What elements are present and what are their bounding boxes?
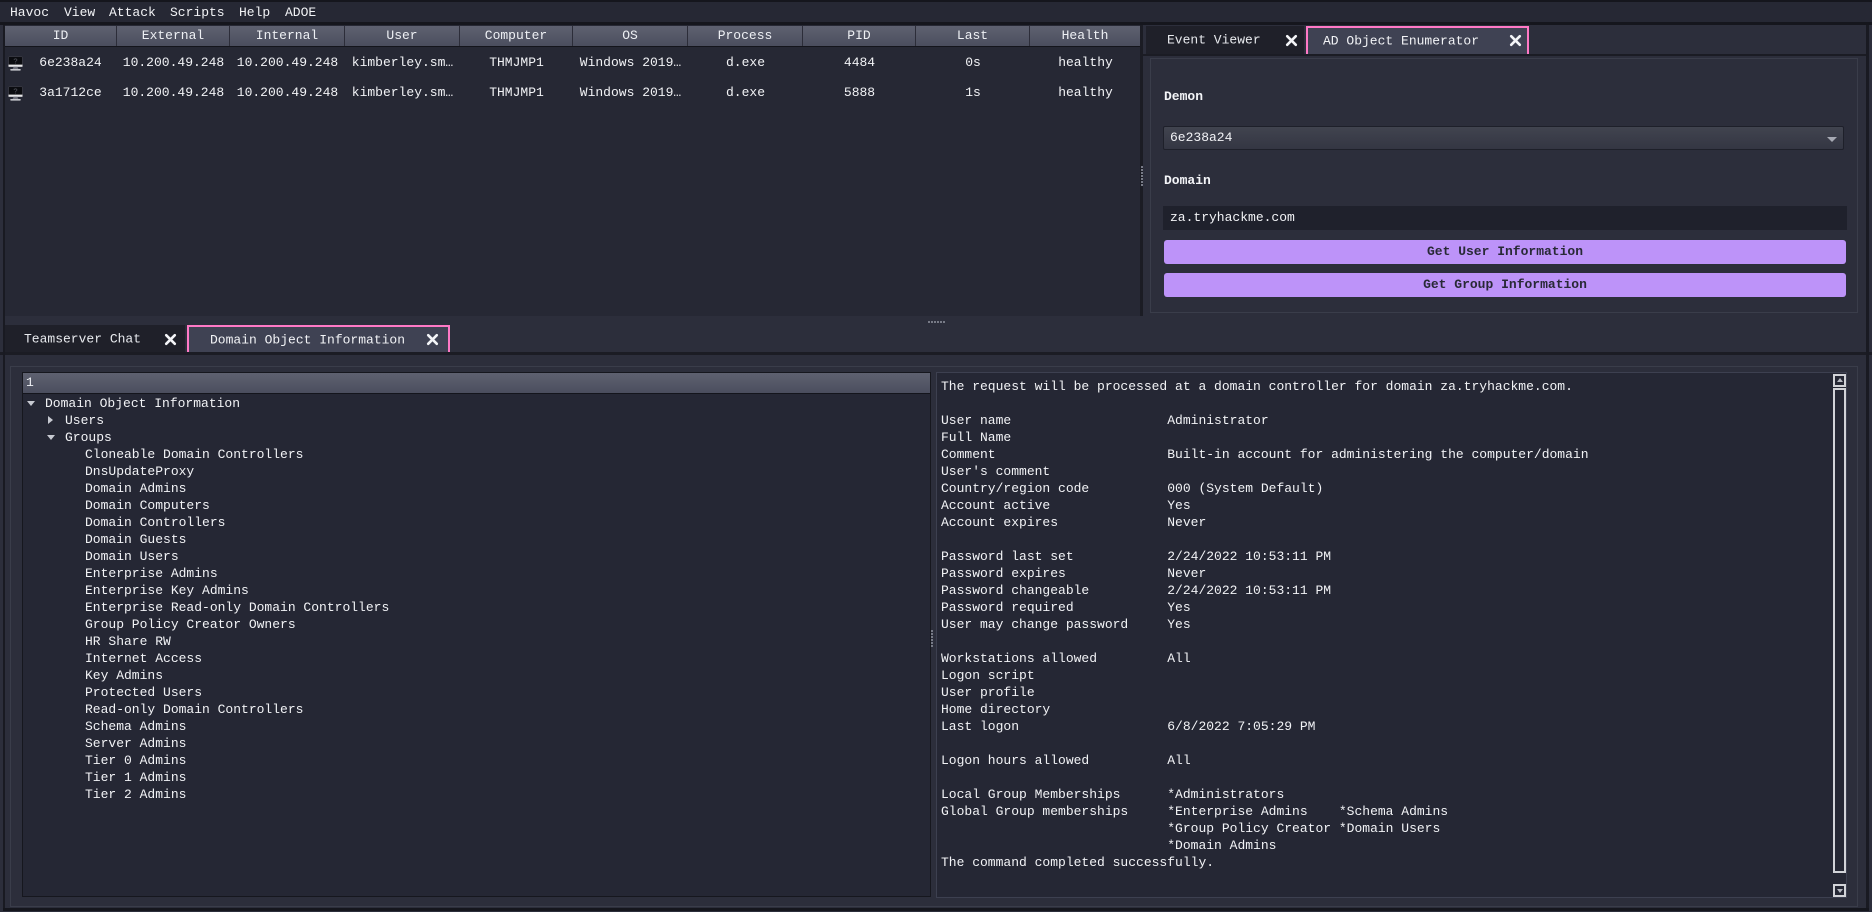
svg-text:?: ? — [13, 57, 17, 66]
svg-text:?: ? — [13, 87, 17, 96]
